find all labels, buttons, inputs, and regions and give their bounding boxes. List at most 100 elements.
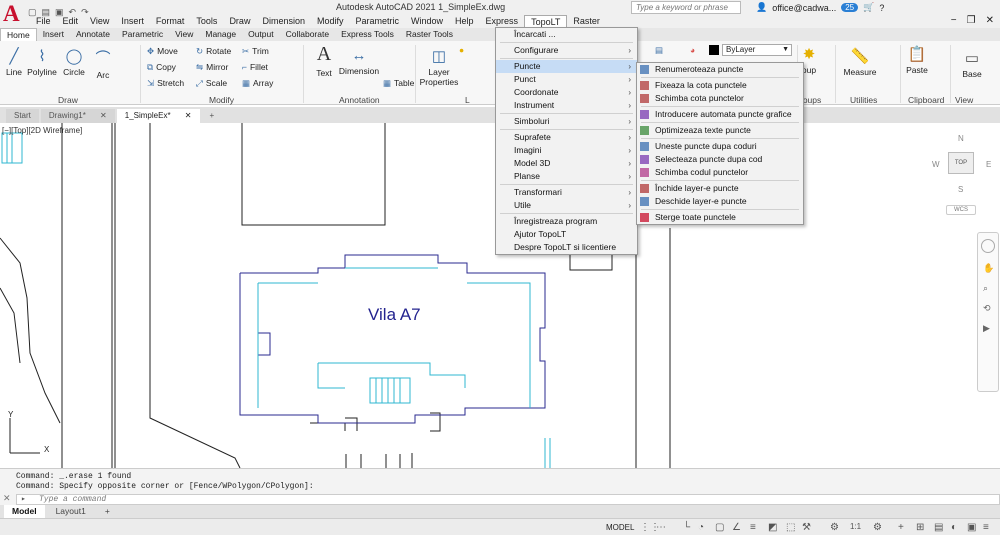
topolt-menu-item[interactable]: Imagini › — [496, 144, 637, 157]
tab-home[interactable]: Home — [0, 28, 37, 41]
topolt-menu-item[interactable]: Suprafete › — [496, 131, 637, 144]
units-icon[interactable]: ⊞ — [916, 522, 924, 533]
quick-properties-icon[interactable]: ▤ — [934, 522, 943, 533]
base-tool[interactable]: ▭ Base — [958, 49, 986, 79]
dimension-tool[interactable]: ↔ Dimension — [338, 47, 380, 76]
mirror-tool[interactable]: ⇋ Mirror — [196, 62, 228, 73]
measure-tool[interactable]: 📏 Measure — [843, 47, 877, 77]
array-tool[interactable]: ▦ Array — [242, 78, 273, 89]
navigation-bar[interactable]: ✋ ⌕ ⟲ ▶ — [977, 232, 999, 392]
layout-tab-model[interactable]: Model — [4, 505, 45, 518]
layout-tab-layout1[interactable]: Layout1 — [48, 505, 94, 518]
menu-parametric[interactable]: Parametric — [350, 15, 406, 28]
topolt-menu-item[interactable]: Despre TopoLT si licentiere — [496, 241, 637, 254]
tab-insert[interactable]: Insert — [37, 28, 70, 41]
topolt-menu-item[interactable]: Model 3D › — [496, 157, 637, 170]
orbit-icon[interactable]: ⟲ — [983, 303, 993, 313]
viewcube-face-top[interactable]: TOP — [948, 152, 974, 174]
osnap-icon[interactable]: ▢ — [715, 522, 724, 533]
menu-window[interactable]: Window — [405, 15, 449, 28]
ortho-icon[interactable]: └ — [683, 522, 690, 533]
menu-edit[interactable]: Edit — [57, 15, 85, 28]
move-tool[interactable]: ✥ Move — [147, 46, 178, 57]
menu-view[interactable]: View — [84, 15, 115, 28]
puncte-submenu-item[interactable]: Uneste puncte dupa coduri — [637, 140, 803, 153]
autocad-logo[interactable]: A — [3, 1, 20, 27]
color-swatch[interactable] — [709, 45, 719, 55]
puncte-submenu-item[interactable]: Schimba cota punctelor — [637, 92, 803, 105]
puncte-submenu-item[interactable]: Optimizeaza texte puncte — [637, 124, 803, 137]
notification-badge[interactable]: 25 — [841, 3, 859, 12]
annotation-visibility-icon[interactable]: ⚒ — [802, 522, 811, 533]
tab-annotate[interactable]: Annotate — [70, 28, 116, 41]
menu-dimension[interactable]: Dimension — [256, 15, 311, 28]
copy-tool[interactable]: ⧉ Copy — [147, 62, 176, 73]
user-icon[interactable]: 👤 — [756, 2, 767, 13]
polar-icon[interactable]: ◔ — [698, 522, 704, 533]
rotate-tool[interactable]: ↻ Rotate — [196, 46, 231, 57]
document-tab[interactable]: Drawing1* ✕ — [40, 109, 115, 123]
add-layout-button[interactable]: + — [97, 505, 118, 518]
restore-icon[interactable]: ❐ — [967, 15, 976, 26]
puncte-submenu-item[interactable]: Deschide layer-e puncte — [637, 195, 803, 208]
topolt-menu-item[interactable]: Instrument › — [496, 99, 637, 112]
topolt-menu-item[interactable]: Configurare › — [496, 44, 637, 57]
lineweight-icon[interactable]: ≡ — [750, 522, 756, 533]
steering-wheel-icon[interactable] — [981, 239, 995, 253]
topolt-menu-item[interactable]: Puncte › — [496, 60, 637, 73]
modify-panel-title[interactable]: Modify — [209, 95, 234, 105]
topolt-menu-item[interactable]: Încarcati ... — [496, 28, 637, 41]
topolt-menu-item[interactable]: Transformari › — [496, 186, 637, 199]
snap-icon[interactable]: ⋯ — [656, 522, 666, 533]
circle-tool[interactable]: ◯ Circle — [62, 47, 86, 77]
cart-icon[interactable]: 🛒 — [863, 2, 874, 13]
close-icon[interactable]: ✕ — [986, 15, 994, 26]
workspace-gear-icon[interactable]: ⚙ — [873, 522, 882, 533]
hardware-acceleration-icon[interactable]: ▣ — [967, 522, 976, 533]
menu-modify[interactable]: Modify — [311, 15, 350, 28]
annotation-scale-icon[interactable]: ⚙ — [830, 522, 839, 533]
help-icon[interactable]: ? — [879, 3, 884, 13]
tab-express-tools[interactable]: Express Tools — [335, 28, 400, 41]
topolt-menu-item[interactable]: Înregistreaza program — [496, 215, 637, 228]
new-tab-button[interactable]: + — [202, 109, 223, 123]
polyline-tool[interactable]: ⌇ Polyline — [27, 47, 57, 77]
topolt-menu-item[interactable]: Punct › — [496, 73, 637, 86]
table-tool[interactable]: ▦ Table — [383, 78, 414, 89]
trim-tool[interactable]: ✂ Trim — [242, 46, 269, 57]
menu-draw[interactable]: Draw — [223, 15, 256, 28]
search-input[interactable]: Type a keyword or phrase — [631, 1, 741, 14]
layers-panel-title[interactable]: L — [465, 95, 470, 105]
tab-manage[interactable]: Manage — [199, 28, 242, 41]
layer-properties-tool[interactable]: ◫ Layer Properties — [419, 47, 459, 87]
stretch-tool[interactable]: ⇲ Stretch — [147, 78, 184, 89]
tab-parametric[interactable]: Parametric — [116, 28, 169, 41]
text-tool[interactable]: A Text — [311, 43, 337, 78]
isolate-objects-icon[interactable]: ◐ — [951, 522, 957, 533]
add-icon[interactable]: + — [898, 522, 904, 533]
puncte-submenu-item[interactable]: Renumeroteaza puncte — [637, 63, 803, 76]
color-wheel-icon[interactable]: ◕ — [690, 45, 698, 55]
puncte-submenu-item[interactable]: Fixeaza la cota punctele — [637, 79, 803, 92]
topolt-menu-item[interactable]: Ajutor TopoLT — [496, 228, 637, 241]
menu-file[interactable]: File — [30, 15, 57, 28]
showmotion-icon[interactable]: ▶ — [983, 323, 993, 333]
menu-tools[interactable]: Tools — [190, 15, 223, 28]
view-panel-title[interactable]: View — [955, 95, 973, 105]
menu-insert[interactable]: Insert — [115, 15, 150, 28]
tab-view[interactable]: View — [169, 28, 199, 41]
color-dropdown[interactable]: ByLayer ▼ — [722, 44, 792, 56]
layer-state-icons[interactable]: ● — [459, 45, 467, 55]
tab-raster-tools[interactable]: Raster Tools — [400, 28, 459, 41]
transparency-icon[interactable]: ◩ — [768, 522, 777, 533]
clipboard-panel-title[interactable]: Clipboard — [908, 95, 944, 105]
topolt-menu-item[interactable]: Planse › — [496, 170, 637, 183]
pan-icon[interactable]: ✋ — [983, 263, 994, 273]
close-command-icon[interactable]: ✕ — [3, 493, 11, 504]
menu-help[interactable]: Help — [449, 15, 480, 28]
selection-cycling-icon[interactable]: ⬚ — [786, 522, 795, 533]
topolt-menu-item[interactable]: Coordonate › — [496, 86, 637, 99]
puncte-submenu-item[interactable]: Selecteaza puncte dupa cod — [637, 153, 803, 166]
match-properties-icon[interactable]: ▤ — [655, 45, 666, 56]
annotation-scale-value[interactable]: 1:1 — [850, 522, 861, 531]
